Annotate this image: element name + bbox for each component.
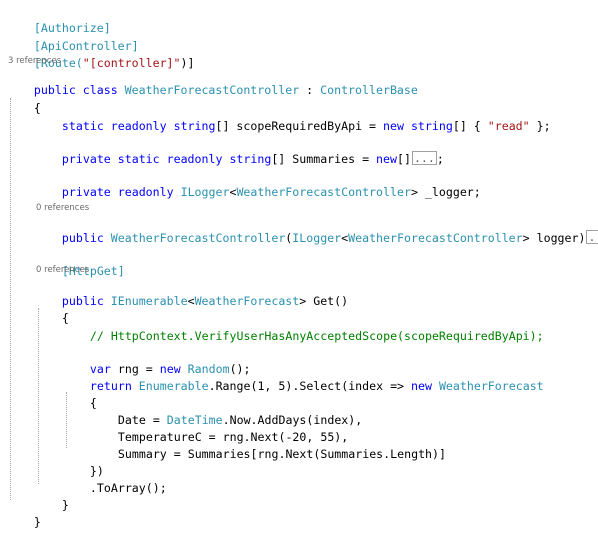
code-line-authorize-attribute: [Authorize]: [33, 21, 111, 35]
codelens-get-references[interactable]: 0 references: [36, 265, 89, 275]
code-line-object-close: }): [89, 464, 104, 478]
code-line-httpget-attribute: [HttpGet]: [61, 264, 125, 278]
code-line-var-rng: var rng = new Random();: [89, 362, 251, 376]
indent-guide-class: [10, 98, 11, 500]
code-line-class-close-brace: }: [33, 515, 41, 529]
codelens-constructor-references[interactable]: 0 references: [36, 203, 89, 213]
code-editor[interactable]: [Authorize] [ApiController] [Route("[con…: [0, 0, 598, 529]
code-line-return: return Enumerable.Range(1, 5).Select(ind…: [89, 379, 544, 393]
code-line-method-open-brace: {: [61, 311, 69, 325]
code-line-scope-field: static readonly string[] scopeRequiredBy…: [61, 119, 551, 133]
code-line-toarray: .ToArray();: [89, 481, 167, 495]
code-line-summaries-field: private static readonly string[] Summari…: [61, 151, 444, 166]
code-line-summary: Summary = Summaries[rng.Next(Summaries.L…: [117, 447, 446, 461]
code-line-date: Date = DateTime.Now.AddDays(index),: [117, 413, 363, 427]
code-line-get-method: public IEnumerable<WeatherForecast> Get(…: [61, 294, 349, 308]
code-line-object-open-brace: {: [89, 396, 97, 410]
code-line-comment: // HttpContext.VerifyUserHasAnyAcceptedS…: [89, 329, 544, 343]
code-line-route-attribute: [Route("[controller]")]: [33, 56, 195, 70]
collapsed-region-summaries[interactable]: ...: [411, 151, 437, 165]
code-line-logger-field: private readonly ILogger<WeatherForecast…: [61, 185, 481, 199]
collapsed-region-constructor[interactable]: ...: [586, 230, 598, 244]
code-line-class-open-brace: {: [33, 101, 41, 115]
code-line-constructor: public WeatherForecastController(ILogger…: [34, 213, 598, 245]
code-line-class-declaration: public class WeatherForecastController :…: [33, 83, 418, 97]
code-line-apicontroller-attribute: [ApiController]: [33, 39, 139, 53]
code-line-method-close-brace: }: [61, 498, 69, 512]
code-line-temperature: TemperatureC = rng.Next(-20, 55),: [117, 430, 349, 444]
